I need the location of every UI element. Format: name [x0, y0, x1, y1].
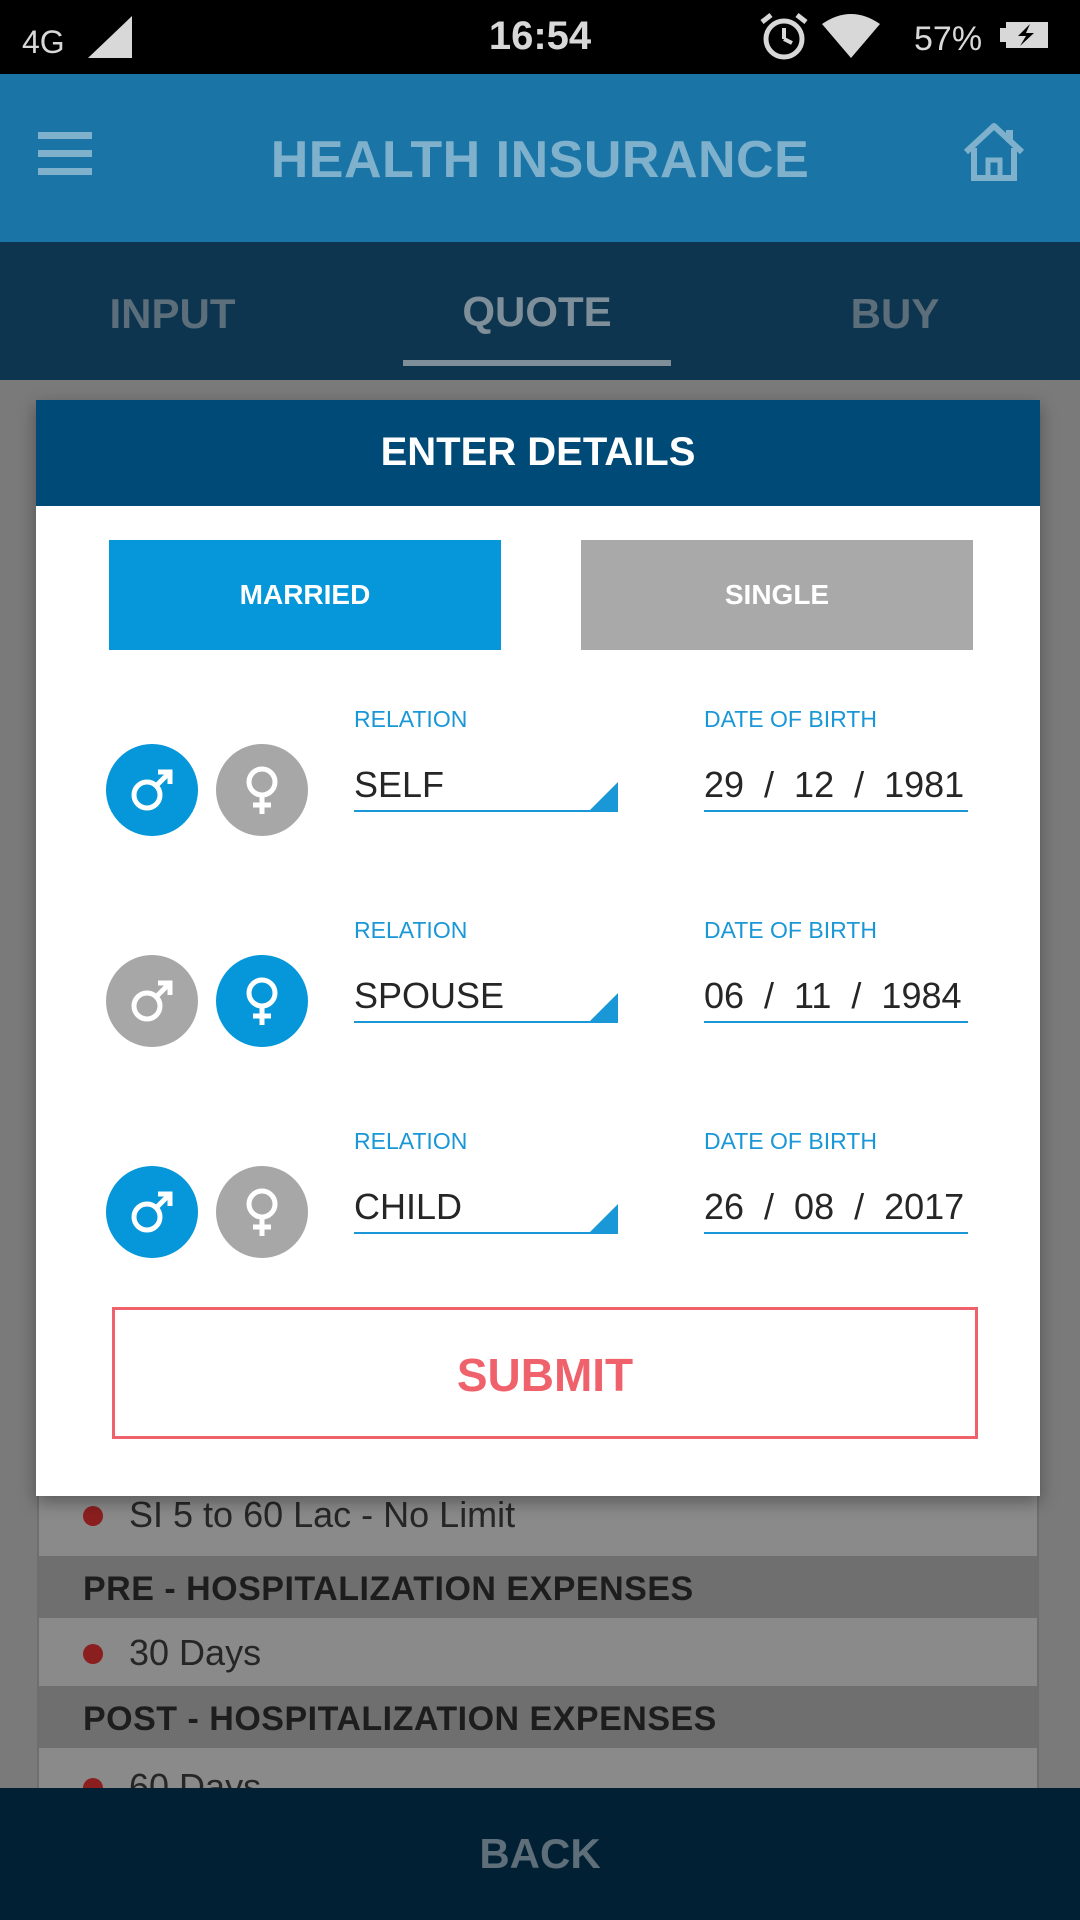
relation-value: SPOUSE — [354, 975, 505, 1016]
male-icon — [131, 1191, 173, 1233]
tab-buy[interactable]: BUY — [800, 290, 990, 338]
status-bar: 4G 16:54 57% — [0, 0, 1080, 74]
dob-value: 29 / 12 / 1981 — [704, 764, 965, 805]
page-title: HEALTH INSURANCE — [270, 131, 810, 189]
relation-label: RELATION — [354, 1128, 468, 1154]
battery-percent: 57% — [914, 20, 983, 58]
active-tab-indicator — [403, 360, 671, 366]
tab-input[interactable]: INPUT — [70, 290, 275, 338]
female-gender-button[interactable] — [216, 955, 308, 1047]
dob-input[interactable]: 29 / 12 / 1981 — [704, 756, 968, 812]
back-button[interactable]: BACK — [0, 1830, 1080, 1878]
back-bar[interactable]: BACK — [0, 1788, 1080, 1920]
app-bar: HEALTH INSURANCE — [0, 74, 1080, 242]
submit-label: SUBMIT — [456, 1349, 634, 1401]
relation-label: RELATION — [354, 706, 468, 732]
dob-value: 06 / 11 / 1984 — [704, 975, 962, 1016]
single-button[interactable]: SINGLE — [581, 540, 973, 650]
list-item-text: SI 5 to 60 Lac - No Limit — [129, 1494, 516, 1535]
bullet-icon — [83, 1644, 103, 1664]
home-icon[interactable] — [962, 122, 1026, 187]
section-header: POST - HOSPITALIZATION EXPENSES — [39, 1686, 1037, 1748]
member-row-spouse: RELATION DATE OF BIRTH SPOUSE 06 / 11 / … — [36, 917, 1040, 1047]
dialog-title: ENTER DETAILS — [380, 430, 696, 474]
dob-input[interactable]: 26 / 08 / 2017 — [704, 1178, 968, 1234]
relation-value: CHILD — [354, 1186, 463, 1227]
wifi-icon — [820, 14, 882, 65]
male-gender-button[interactable] — [106, 744, 198, 836]
list-item: 30 Days — [39, 1618, 1037, 1680]
relation-dropdown[interactable]: CHILD — [354, 1178, 618, 1234]
female-icon — [246, 1188, 278, 1236]
female-icon — [246, 977, 278, 1025]
female-gender-button[interactable] — [216, 744, 308, 836]
male-gender-button[interactable] — [106, 955, 198, 1047]
submit-button[interactable]: SUBMIT — [112, 1307, 978, 1439]
battery-charging-icon — [1000, 20, 1050, 55]
dropdown-arrow-icon — [590, 782, 618, 810]
tab-bar: INPUT QUOTE BUY — [0, 242, 1080, 380]
alarm-icon — [758, 12, 810, 67]
female-icon — [246, 766, 278, 814]
section-header-text: PRE - HOSPITALIZATION EXPENSES — [83, 1570, 694, 1608]
list-item-text: 30 Days — [129, 1632, 262, 1673]
tab-quote[interactable]: QUOTE — [403, 288, 671, 336]
male-gender-button[interactable] — [106, 1166, 198, 1258]
member-row-child: RELATION DATE OF BIRTH CHILD 26 / 08 / 2… — [36, 1128, 1040, 1258]
coverage-details-list: SI 5 to 60 Lac - No Limit PRE - HOSPITAL… — [37, 1480, 1039, 1807]
relation-value: SELF — [354, 764, 445, 805]
male-icon — [131, 769, 173, 811]
relation-dropdown[interactable]: SPOUSE — [354, 967, 618, 1023]
relation-dropdown[interactable]: SELF — [354, 756, 618, 812]
dropdown-arrow-icon — [590, 1204, 618, 1232]
dialog-header: ENTER DETAILS — [36, 400, 1040, 506]
dob-label: DATE OF BIRTH — [704, 706, 877, 732]
dob-label: DATE OF BIRTH — [704, 917, 877, 943]
section-header: PRE - HOSPITALIZATION EXPENSES — [39, 1556, 1037, 1618]
female-gender-button[interactable] — [216, 1166, 308, 1258]
dob-label: DATE OF BIRTH — [704, 1128, 877, 1154]
married-button[interactable]: MARRIED — [109, 540, 501, 650]
male-icon — [131, 980, 173, 1022]
section-header-text: POST - HOSPITALIZATION EXPENSES — [83, 1700, 717, 1738]
member-row-self: RELATION DATE OF BIRTH SELF 29 / 12 / 19… — [36, 706, 1040, 836]
bullet-icon — [83, 1506, 103, 1526]
dob-input[interactable]: 06 / 11 / 1984 — [704, 967, 968, 1023]
dropdown-arrow-icon — [590, 993, 618, 1021]
relation-label: RELATION — [354, 917, 468, 943]
dob-value: 26 / 08 / 2017 — [704, 1186, 965, 1227]
enter-details-dialog: ENTER DETAILS MARRIED SINGLE RELATION DA… — [36, 400, 1040, 1496]
